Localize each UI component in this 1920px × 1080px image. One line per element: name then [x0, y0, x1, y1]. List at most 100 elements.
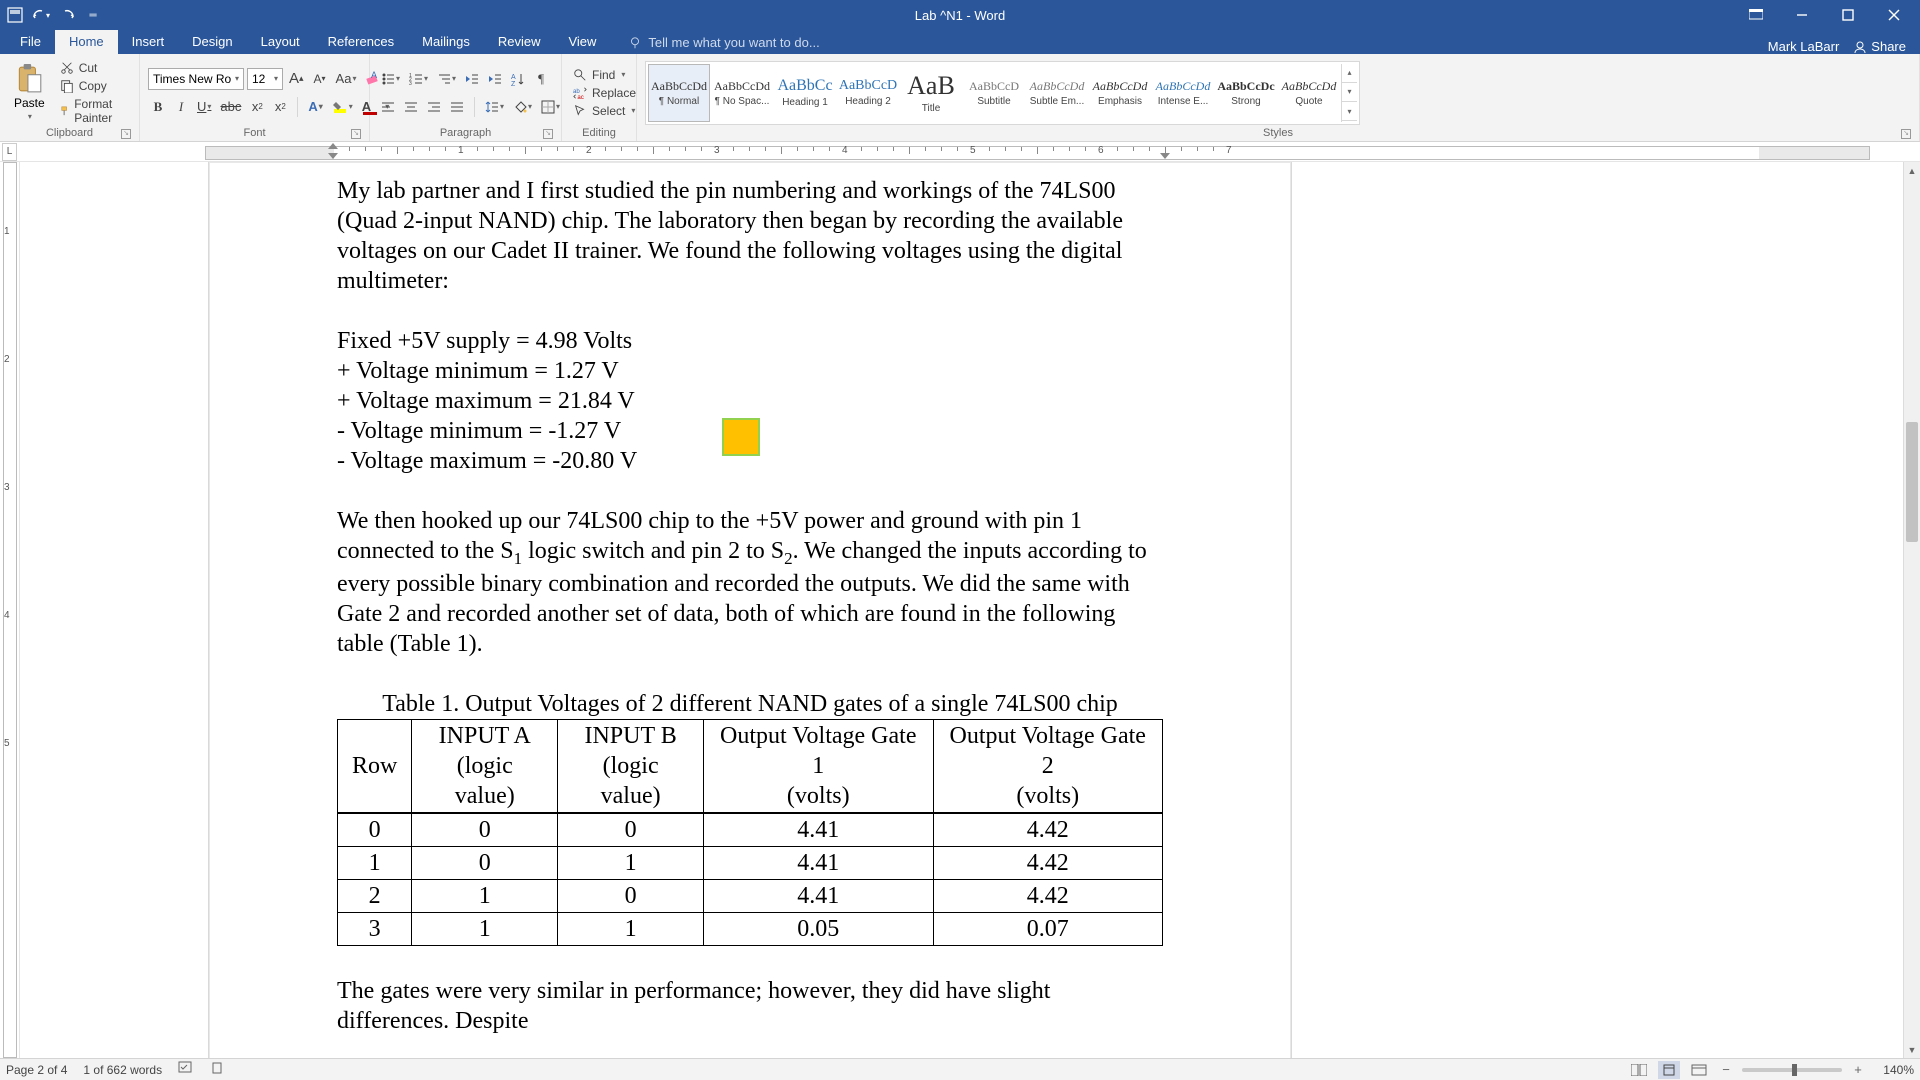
dec-indent-button[interactable] — [462, 68, 482, 90]
table-row: 3110.050.07 — [338, 913, 1163, 946]
bullets-button[interactable]: ▾ — [378, 68, 403, 90]
read-mode-button[interactable] — [1628, 1061, 1650, 1079]
strike-button[interactable]: abc — [217, 96, 244, 118]
vertical-scrollbar[interactable]: ▲ ▼ — [1903, 162, 1920, 1058]
zoom-level[interactable]: 140% — [1874, 1063, 1914, 1077]
style-title[interactable]: AaBTitle — [900, 64, 962, 122]
qat-customize-icon[interactable]: ═ — [84, 6, 102, 24]
minimize-button[interactable] — [1788, 1, 1816, 29]
ribbon-display-icon[interactable] — [1742, 1, 1770, 29]
shading-button[interactable]: ▾ — [510, 96, 535, 118]
style-subtitle[interactable]: AaBbCcDSubtitle — [963, 64, 1025, 122]
show-marks-button[interactable]: ¶ — [531, 68, 551, 90]
document-page[interactable]: My lab partner and I first studied the p… — [208, 162, 1292, 1058]
styles-launcher[interactable]: ↘ — [1901, 129, 1911, 139]
style---no-spac---[interactable]: AaBbCcDd¶ No Spac... — [711, 64, 773, 122]
grow-font-button[interactable]: A▴ — [286, 68, 307, 90]
page-indicator[interactable]: Page 2 of 4 — [6, 1063, 67, 1077]
style-strong[interactable]: AaBbCcDcStrong — [1215, 64, 1277, 122]
copy-button[interactable]: Copy — [57, 78, 131, 94]
cut-button[interactable]: Cut — [57, 60, 131, 76]
tab-design[interactable]: Design — [178, 30, 246, 54]
zoom-in-button[interactable]: + — [1850, 1062, 1866, 1078]
style-subtle-em---[interactable]: AaBbCcDdSubtle Em... — [1026, 64, 1088, 122]
change-case-button[interactable]: Aa▾ — [333, 68, 360, 90]
replace-button[interactable]: abacReplace — [570, 85, 639, 101]
tab-layout[interactable]: Layout — [247, 30, 314, 54]
vertical-ruler[interactable]: 12345 — [0, 162, 20, 1058]
bold-button[interactable]: B — [148, 96, 168, 118]
share-icon — [1853, 40, 1867, 54]
numbering-button[interactable]: 123▾ — [406, 68, 431, 90]
redo-icon[interactable] — [58, 6, 76, 24]
tab-insert[interactable]: Insert — [118, 30, 179, 54]
undo-icon[interactable]: ▾ — [32, 6, 50, 24]
sort-button[interactable]: AZ — [508, 68, 528, 90]
styles-gallery[interactable]: AaBbCcDd¶ NormalAaBbCcDd¶ No Spac...AaBb… — [645, 61, 1360, 125]
clipboard-launcher[interactable]: ↘ — [121, 129, 131, 139]
print-layout-button[interactable] — [1658, 1061, 1680, 1079]
find-button[interactable]: Find▾ — [570, 67, 639, 83]
tell-me-search[interactable]: Tell me what you want to do... — [620, 31, 827, 54]
share-button[interactable]: Share — [1853, 39, 1906, 54]
style-heading-2[interactable]: AaBbCcDHeading 2 — [837, 64, 899, 122]
tab-references[interactable]: References — [314, 30, 408, 54]
zoom-out-button[interactable]: − — [1718, 1062, 1734, 1078]
text-effects-button[interactable]: A▾ — [305, 96, 325, 118]
justify-icon — [450, 101, 464, 113]
styles-scroll-btn[interactable]: ▴ — [1342, 64, 1357, 83]
autosave-icon[interactable] — [6, 6, 24, 24]
web-layout-button[interactable] — [1688, 1061, 1710, 1079]
style-emphasis[interactable]: AaBbCcDdEmphasis — [1089, 64, 1151, 122]
inc-indent-button[interactable] — [485, 68, 505, 90]
table-row: 0004.414.42 — [338, 813, 1163, 847]
format-painter-button[interactable]: Format Painter — [57, 96, 131, 126]
spellcheck-icon[interactable] — [178, 1061, 194, 1078]
macro-icon[interactable] — [210, 1061, 224, 1078]
close-button[interactable] — [1880, 1, 1908, 29]
borders-button[interactable]: ▾ — [538, 96, 563, 118]
font-size-combo[interactable]: 12▾ — [247, 68, 283, 90]
align-left-button[interactable] — [378, 96, 398, 118]
body-text: The gates were very similar in performan… — [337, 976, 1163, 1036]
body-text: + Voltage maximum = 21.84 V — [337, 386, 1163, 416]
group-font: Times New Ro▾ 12▾ A▴ A▾ Aa▾ A B I U▾ abc… — [140, 54, 370, 141]
highlight-button[interactable]: ▾ — [329, 96, 356, 118]
style-intense-e---[interactable]: AaBbCcDdIntense E... — [1152, 64, 1214, 122]
font-launcher[interactable]: ↘ — [351, 129, 361, 139]
scroll-down-button[interactable]: ▼ — [1904, 1041, 1920, 1058]
select-button[interactable]: Select▾ — [570, 103, 639, 119]
paste-button[interactable]: Paste ▾ — [8, 62, 51, 123]
word-count[interactable]: 1 of 662 words — [83, 1063, 162, 1077]
tab-home[interactable]: Home — [55, 30, 118, 54]
multilevel-button[interactable]: ▾ — [434, 68, 459, 90]
subscript-button[interactable]: x2 — [247, 96, 267, 118]
user-name[interactable]: Mark LaBarr — [1768, 39, 1840, 54]
tab-review[interactable]: Review — [484, 30, 555, 54]
style-quote[interactable]: AaBbCcDdQuote — [1278, 64, 1340, 122]
align-center-button[interactable] — [401, 96, 421, 118]
scroll-thumb[interactable] — [1906, 422, 1918, 542]
italic-button[interactable]: I — [171, 96, 191, 118]
shrink-font-button[interactable]: A▾ — [310, 68, 330, 90]
tab-selector[interactable]: L — [2, 143, 17, 161]
tab-file[interactable]: File — [6, 30, 55, 54]
tab-mailings[interactable]: Mailings — [408, 30, 484, 54]
superscript-button[interactable]: x2 — [270, 96, 290, 118]
style---normal[interactable]: AaBbCcDd¶ Normal — [648, 64, 710, 122]
table-caption: Table 1. Output Voltages of 2 different … — [337, 689, 1163, 719]
align-right-button[interactable] — [424, 96, 444, 118]
style-heading-1[interactable]: AaBbCcHeading 1 — [774, 64, 836, 122]
justify-button[interactable] — [447, 96, 467, 118]
maximize-button[interactable] — [1834, 1, 1862, 29]
underline-button[interactable]: U▾ — [194, 96, 214, 118]
zoom-slider[interactable] — [1742, 1068, 1842, 1072]
line-spacing-button[interactable]: ▾ — [482, 96, 507, 118]
styles-scroll-btn[interactable]: ▾ — [1342, 83, 1357, 102]
tab-view[interactable]: View — [554, 30, 610, 54]
paragraph-launcher[interactable]: ↘ — [543, 129, 553, 139]
horizontal-ruler[interactable]: L 1234567 — [0, 142, 1920, 162]
scroll-up-button[interactable]: ▲ — [1904, 162, 1920, 179]
styles-scroll-btn[interactable]: ▾ — [1342, 102, 1357, 121]
font-name-combo[interactable]: Times New Ro▾ — [148, 68, 244, 90]
